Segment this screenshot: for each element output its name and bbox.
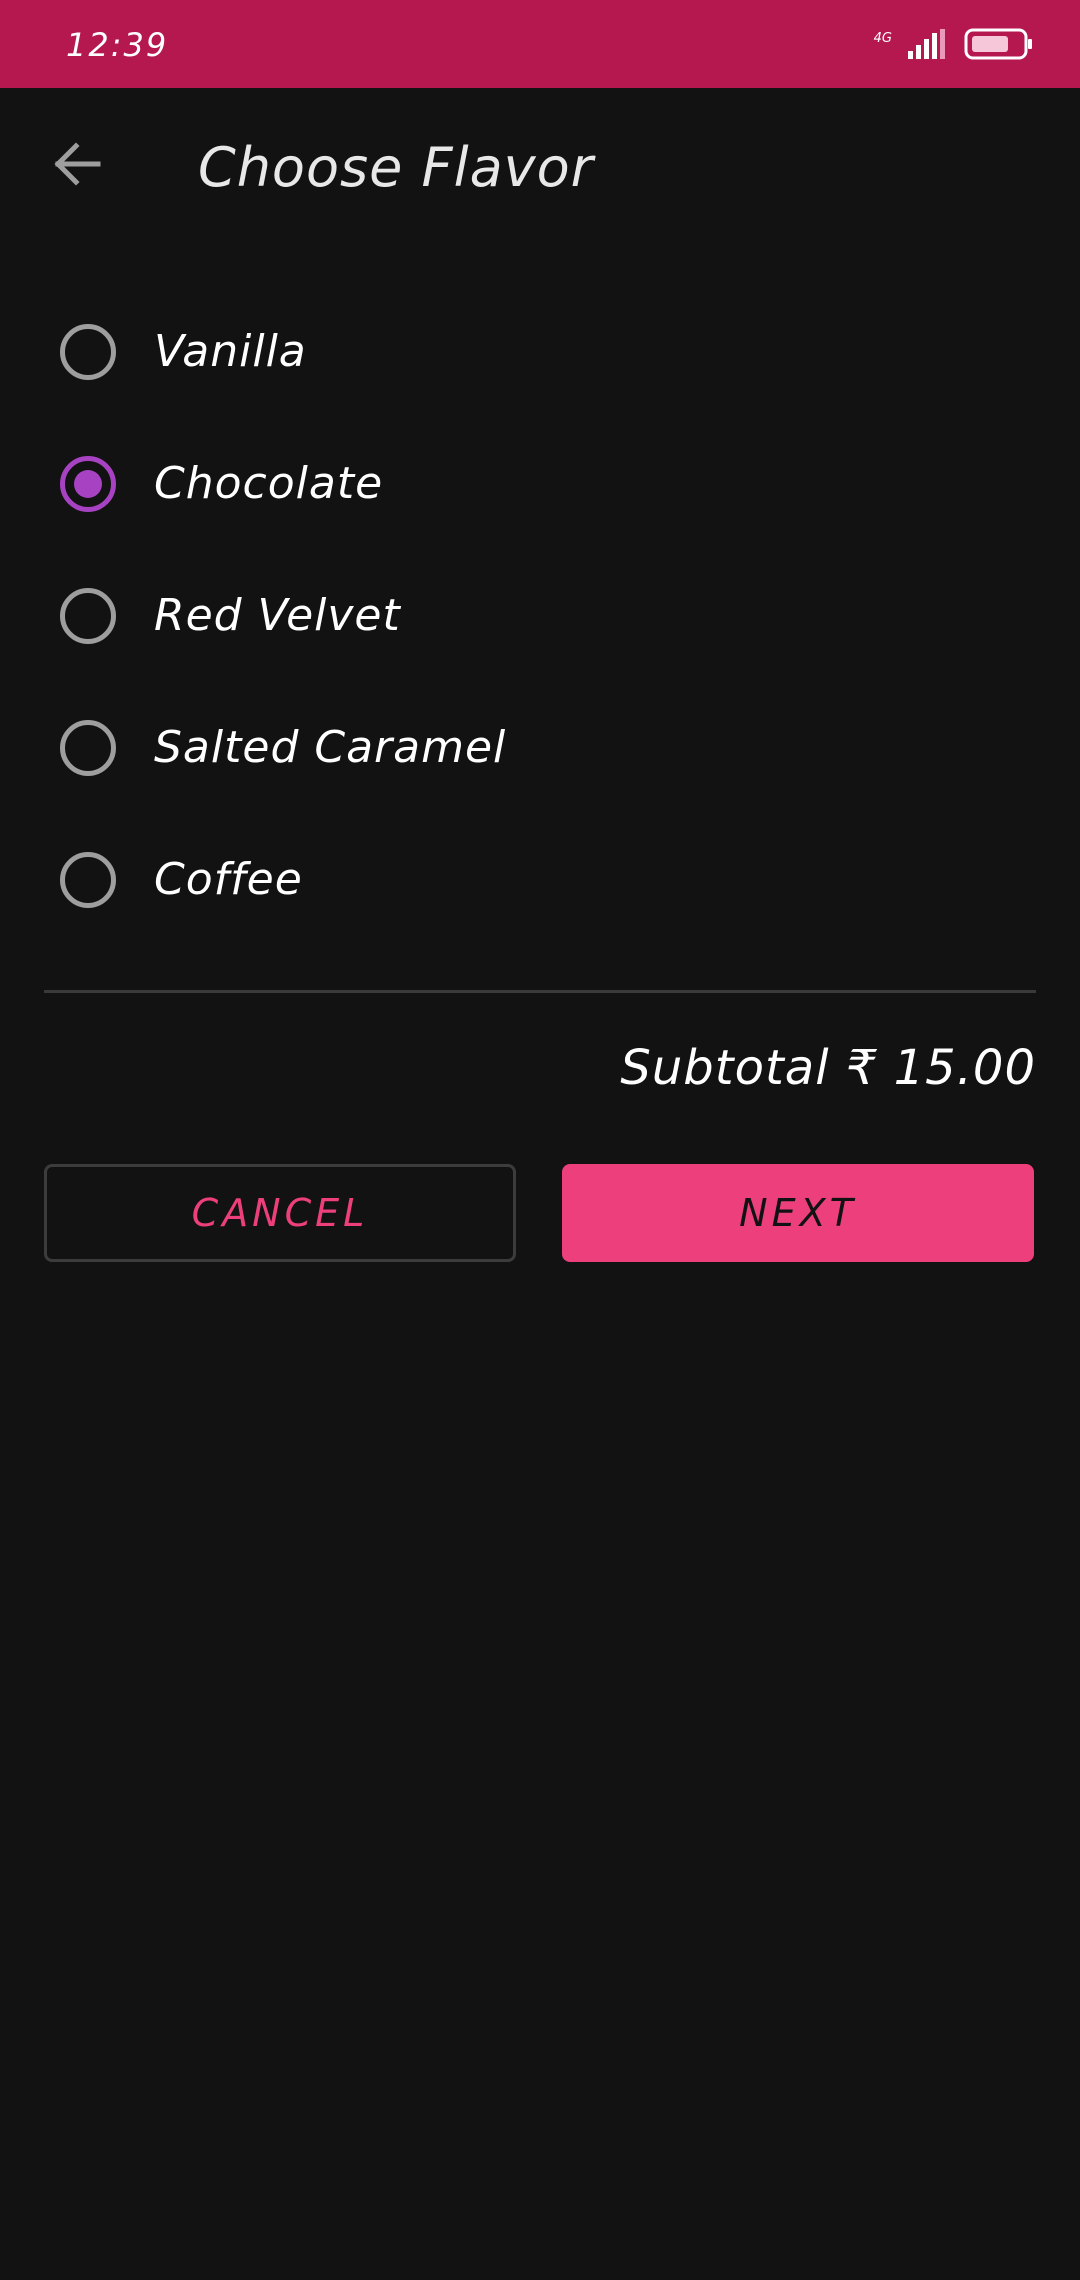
flavor-option-label[interactable]: Vanilla [154,324,307,380]
flavor-option-label[interactable]: Coffee [154,852,303,908]
signal-icon [906,29,950,63]
app-bar: Choose Flavor [0,88,1080,248]
status-bar: 12:39 4G [0,0,1080,88]
page-title: Choose Flavor [198,136,594,199]
radio-button[interactable] [60,456,116,512]
flavor-option-salted-caramel[interactable]: Salted Caramel [0,682,1080,814]
cancel-button[interactable]: CANCEL [44,1164,516,1262]
radio-button[interactable] [60,588,116,644]
flavor-option-label[interactable]: Chocolate [154,456,383,512]
network-type-label: 4G [873,30,892,46]
flavor-option-label[interactable]: Red Velvet [154,588,401,644]
divider [44,990,1036,993]
next-button[interactable]: NEXT [562,1164,1034,1262]
flavor-option-vanilla[interactable]: Vanilla [0,286,1080,418]
radio-button[interactable] [60,324,116,380]
flavor-option-coffee[interactable]: Coffee [0,814,1080,946]
radio-button[interactable] [60,852,116,908]
status-time: 12:39 [66,26,169,64]
status-icons: 4G [874,28,1034,64]
arrow-back-icon [50,138,102,194]
flavor-option-red-velvet[interactable]: Red Velvet [0,550,1080,682]
flavor-option-chocolate[interactable]: Chocolate [0,418,1080,550]
subtotal-text: Subtotal ₹ 15.00 [620,1040,1036,1096]
battery-icon [964,28,1034,64]
radio-button[interactable] [60,720,116,776]
flavor-option-label[interactable]: Salted Caramel [154,720,506,776]
back-button[interactable] [40,130,112,202]
flavor-radio-group: Vanilla Chocolate Red Velvet Salted Cara… [0,286,1080,946]
